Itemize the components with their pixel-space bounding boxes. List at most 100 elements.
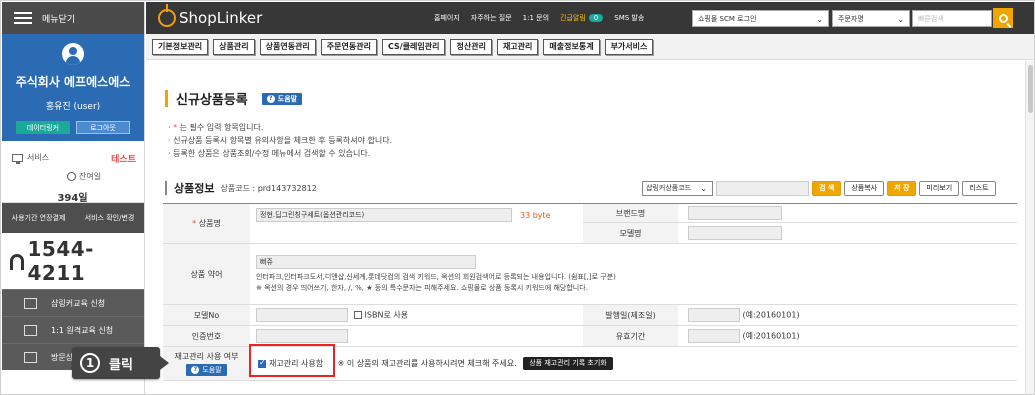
menu-basic-info[interactable]: 기본정보관리 <box>152 38 209 55</box>
brand-input[interactable] <box>688 206 782 220</box>
main-menu: 기본정보관리 상품관리 상품연동관리 주문연동관리 CS/클레임관리 정산관리 … <box>146 34 1034 60</box>
release-example: (예:20160101) <box>742 310 800 320</box>
logo-text: ShopLinker <box>179 9 263 27</box>
order-field-select[interactable]: 주문자명 ⌄ <box>832 10 910 27</box>
notice-check: · 신규상품 등록시 항목별 유의사항을 체크한 후 등록하셔야 합니다. <box>168 136 393 145</box>
section-title-text: 상품정보 <box>174 182 215 195</box>
scroll-thumb[interactable] <box>1028 65 1033 113</box>
vertical-scrollbar[interactable] <box>1025 61 1034 394</box>
expire-cell: (예:20160101) <box>678 325 1017 347</box>
chevron-down-icon: ⌄ <box>897 15 904 24</box>
search-icon <box>998 13 1008 23</box>
shop-code-input[interactable] <box>716 181 809 196</box>
label-cert: 인증번호 <box>163 325 250 347</box>
release-input[interactable] <box>688 308 740 322</box>
title-accent <box>165 90 168 107</box>
sidebar: 메뉴닫기 주식회사 에프에스에스 홍유진 (user) 데이터링커 로그아웃 서… <box>2 2 145 394</box>
logo[interactable]: ShopLinker <box>158 4 263 27</box>
phone-number: 1544-4211 <box>27 237 94 285</box>
preview-button[interactable]: 미리보기 <box>919 181 960 196</box>
datalinker-button[interactable]: 데이터링커 <box>16 121 70 134</box>
model-cell <box>678 222 1017 244</box>
urgent-notice-link[interactable]: 긴급알림 0 <box>560 13 604 24</box>
service-change-link[interactable]: 서비스 확인/변경 <box>85 213 135 223</box>
section-accent <box>165 181 167 195</box>
quick-search-input[interactable]: 빠른검색 <box>912 10 992 27</box>
menu-product[interactable]: 상품관리 <box>213 38 255 55</box>
urgent-label: 긴급알림 <box>560 13 586 22</box>
search-product-button[interactable]: 검 색 <box>812 181 842 196</box>
menu-settlement[interactable]: 정산관리 <box>450 38 492 55</box>
help-button[interactable]: ? 도움말 <box>261 92 303 105</box>
help-label: 도움말 <box>277 94 298 103</box>
menu-cs-claim[interactable]: CS/클레임관리 <box>381 38 446 55</box>
sidebar-item-education[interactable]: 샵링커교육 신청 <box>2 289 144 316</box>
stock-reset-button[interactable]: 상품 재고관리 기록 초기화 <box>523 357 613 370</box>
product-code: 상품코드 : prd143732812 <box>220 183 317 193</box>
label-stock: 재고관리 사용 여부 ? 도움말 <box>163 346 250 381</box>
abbr-input[interactable]: 뻐쥬 <box>256 254 476 269</box>
sidebar-item-remote[interactable]: 1:1 원격교육 신청 <box>2 316 144 343</box>
notice-check-text: 신규상품 등록시 항목별 유의사항을 체크한 후 등록하셔야 합니다. <box>173 136 393 145</box>
profile-panel: 주식회사 에프에스에스 홍유진 (user) 데이터링커 로그아웃 <box>2 34 144 141</box>
service-panel: 서비스 테스트 잔여일 394일 <box>2 141 144 204</box>
save-button[interactable]: 저 장 <box>887 181 917 196</box>
inquiry-link[interactable]: 1:1 문의 <box>523 13 549 23</box>
isbn-label: ISBN로 사용 <box>364 310 409 320</box>
menu-extra-service[interactable]: 부가서비스 <box>604 38 654 55</box>
service-label: 서비스 <box>27 153 50 162</box>
sms-link[interactable]: SMS 발송 <box>614 13 644 23</box>
release-cell: (예:20160101) <box>678 304 1017 326</box>
remain-days-value: 394일 <box>57 193 88 204</box>
step-number: 1 <box>80 353 100 373</box>
menu-order-link[interactable]: 주문연동관리 <box>320 38 377 55</box>
model-no-input[interactable] <box>256 308 348 322</box>
label-expire: 유효기간 <box>583 325 678 347</box>
abbr-note-1: 인터파크,인터파크도서,디앤샵,신세계,롯데닷컴의 검색 키워드, 옥션의 회원… <box>256 272 616 281</box>
label-model: 모델명 <box>583 222 678 244</box>
main-content: 신규상품등록 ? 도움말 · * 는 필수 입력 항목입니다. · 신규상품 등록… <box>146 61 1034 394</box>
top-bar: ShopLinker 홈페이지 자주하는 질문 1:1 문의 긴급알림 0 SMS… <box>146 2 1034 34</box>
menu-stock[interactable]: 재고관리 <box>496 38 539 55</box>
copy-product-button[interactable]: 상품복사 <box>844 181 885 196</box>
model-input[interactable] <box>688 226 782 240</box>
expire-example: (예:20160101) <box>742 331 800 341</box>
menu-product-link[interactable]: 상품연동관리 <box>259 38 316 55</box>
abbr-cell: 뻐쥬 인터파크,인터파크도서,디앤샵,신세계,롯데닷컴의 검색 키워드, 옥션의… <box>250 243 1017 305</box>
homepage-link[interactable]: 홈페이지 <box>434 13 460 23</box>
scm-login-select[interactable]: 쇼핑몰 SCM 로그인 ⌄ <box>692 10 829 27</box>
menu-sales-stats[interactable]: 매출정보통계 <box>543 38 600 55</box>
label-abbr: 상품 약어 <box>163 243 250 305</box>
notice-search: · 등록한 상품은 상품조회/수정 메뉴에서 검색할 수 있습니다. <box>168 149 371 158</box>
order-select-value: 주문자명 <box>838 15 864 23</box>
clock-icon <box>67 172 76 181</box>
search-button[interactable] <box>993 8 1013 28</box>
shop-code-select[interactable]: 샵링커상품코드 ⌄ <box>642 181 713 196</box>
cert-input[interactable] <box>256 329 348 343</box>
user-name: 홍유진 (user) <box>45 102 101 112</box>
expire-input[interactable] <box>688 329 740 343</box>
menu-close-button[interactable]: 메뉴닫기 <box>2 2 144 34</box>
stock-cell: 재고관리 사용함 ※ 이 상품의 재고관리를 사용하시려면 체크해 주세요. 상… <box>250 346 1017 381</box>
extend-payment-link[interactable]: 사용기간 연장결제 <box>12 213 66 223</box>
label-product-name: * 상품명 <box>163 203 250 244</box>
isbn-checkbox[interactable] <box>353 311 362 319</box>
brand-cell <box>678 203 1017 223</box>
label-stock-text: 재고관리 사용 여부 <box>174 352 239 361</box>
logout-button[interactable]: 로그아웃 <box>76 121 130 134</box>
label-model-no: 모델No <box>163 304 250 326</box>
avatar <box>62 43 84 65</box>
product-name-input[interactable]: 정현.딥그린칭구세트(옵션관리코드) <box>256 208 512 222</box>
faq-link[interactable]: 자주하는 질문 <box>471 13 512 23</box>
menu-close-label: 메뉴닫기 <box>42 14 76 25</box>
extend-bar: 사용기간 연장결제 서비스 확인/변경 <box>2 203 144 233</box>
service-link[interactable]: 서비스 <box>12 152 50 164</box>
section-title: 상품정보 상품코드 : prd143732812 <box>165 180 317 196</box>
list-button[interactable]: 리스트 <box>962 181 996 196</box>
shop-code-value: 샵링커상품코드 <box>646 184 692 192</box>
click-callout: 1 클릭 <box>72 347 169 379</box>
stock-help-button[interactable]: ? 도움말 <box>186 364 227 376</box>
notice-list: · * 는 필수 입력 항목입니다. · 신규상품 등록시 항목별 유의사항을 … <box>168 121 392 160</box>
support-phone: 1544-4211 <box>2 233 144 289</box>
label-text: 상품명 <box>198 219 221 228</box>
